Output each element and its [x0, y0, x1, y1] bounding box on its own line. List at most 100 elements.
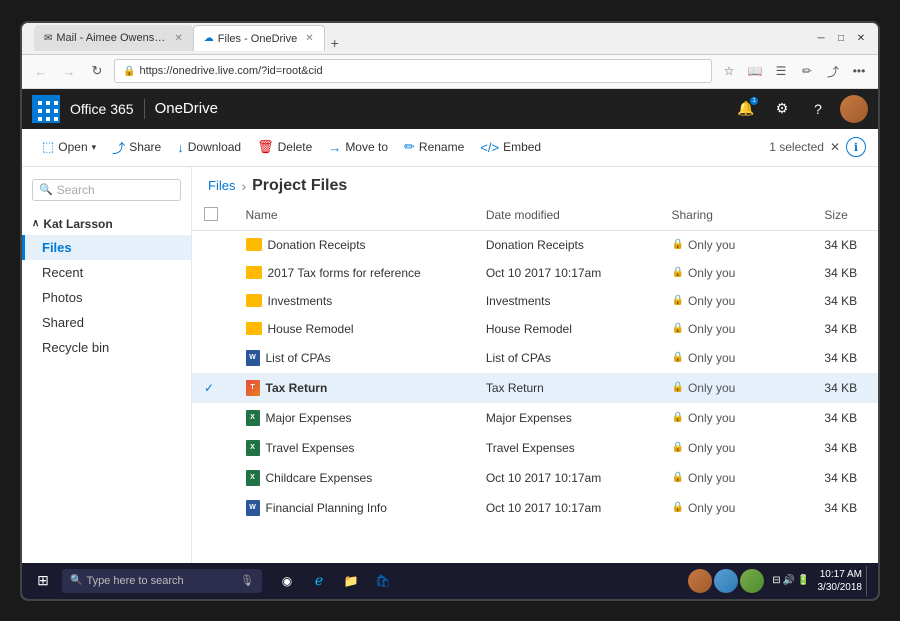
check-col-header[interactable] [192, 201, 234, 231]
show-desktop-button[interactable] [866, 566, 872, 596]
file-type-icon: X [246, 470, 260, 486]
file-name: 2017 Tax forms for reference [268, 266, 421, 280]
date-col-header[interactable]: Date modified [474, 201, 660, 231]
download-button[interactable]: ↓ Download [169, 131, 249, 163]
help-button[interactable]: ? [804, 95, 832, 123]
file-name: List of CPAs [266, 351, 331, 365]
rename-button[interactable]: ✏ Rename [396, 131, 472, 163]
row-size-cell: 34 KB [812, 463, 878, 493]
taskbar-clock: 10:17 AM 3/30/2018 [818, 568, 863, 594]
open-icon: ⬚ [42, 139, 54, 155]
row-name-cell: XTravel Expenses [234, 433, 474, 463]
sidebar-item-recent[interactable]: Recent [22, 260, 191, 285]
table-row[interactable]: ✓TTax ReturnTax Return🔒Only you34 KB [192, 373, 878, 403]
row-sharing-cell: 🔒Only you [660, 433, 813, 463]
tab-onedrive[interactable]: ☁ Files - OneDrive ✕ [193, 25, 325, 51]
table-row[interactable]: House RemodelHouse Remodel🔒Only you34 KB [192, 315, 878, 343]
onedrive-label: OneDrive [155, 100, 218, 117]
office365-label: Office 365 [70, 101, 134, 117]
notes-button[interactable]: ✏ [796, 60, 818, 82]
share-label: Share [129, 140, 161, 154]
lock-icon: 🔒 [672, 352, 684, 363]
minimize-button[interactable]: ─ [812, 29, 830, 47]
name-col-header[interactable]: Name [234, 201, 474, 231]
taskbar-avatar-3[interactable] [740, 569, 764, 593]
file-name: House Remodel [268, 322, 354, 336]
taskbar-app-store[interactable]: 🛍 [368, 566, 398, 596]
table-row[interactable]: WFinancial Planning InfoOct 10 2017 10:1… [192, 493, 878, 523]
table-row[interactable]: XChildcare ExpensesOct 10 2017 10:17am🔒O… [192, 463, 878, 493]
select-all-checkbox[interactable] [204, 207, 218, 221]
share-button[interactable]: ⤴ Share [104, 131, 169, 163]
app-grid-button[interactable] [32, 95, 60, 123]
app-header: Office 365 OneDrive 🔔 1 ⚙ ? [22, 89, 878, 129]
file-name: Tax Return [266, 381, 328, 395]
hub-button[interactable]: ☰ [770, 60, 792, 82]
user-avatar[interactable] [840, 95, 868, 123]
info-button[interactable]: ℹ [846, 137, 866, 157]
taskbar-app-edge[interactable]: ℯ [304, 566, 334, 596]
share-address-button[interactable]: ⤴ [822, 60, 844, 82]
reading-view-button[interactable]: 📖 [744, 60, 766, 82]
header-divider [144, 99, 145, 119]
tab-mail-label: Mail - Aimee Owens - Out... [56, 32, 166, 44]
table-row[interactable]: Donation ReceiptsDonation Receipts🔒Only … [192, 230, 878, 259]
sidebar-item-recycle-bin[interactable]: Recycle bin [22, 335, 191, 360]
taskbar-avatar-1[interactable] [688, 569, 712, 593]
sidebar-search[interactable]: 🔍 Search [32, 179, 181, 201]
breadcrumb-separator: › [241, 178, 246, 194]
settings-button[interactable]: ⚙ [768, 95, 796, 123]
row-checkmark[interactable]: ✓ [204, 381, 214, 395]
sidebar-item-shared[interactable]: Shared [22, 310, 191, 335]
file-name: Investments [268, 294, 333, 308]
notification-button[interactable]: 🔔 1 [732, 95, 760, 123]
open-label: Open [58, 140, 87, 154]
toolbar: ⬚ Open ▾ ⤴ Share ↓ Download 🗑 Delete → M… [22, 129, 878, 167]
tab-mail[interactable]: ✉ Mail - Aimee Owens - Out... ✕ [34, 25, 193, 51]
sidebar-item-files[interactable]: Files [22, 235, 191, 260]
url-bar[interactable]: 🔒 https://onedrive.live.com/?id=root&cid [114, 59, 712, 83]
edge-icon: ℯ [315, 572, 323, 589]
breadcrumb-parent[interactable]: Files [208, 178, 235, 193]
delete-button[interactable]: 🗑 Delete [249, 131, 320, 163]
forward-button[interactable]: → [58, 60, 80, 82]
table-row[interactable]: XTravel ExpensesTravel Expenses🔒Only you… [192, 433, 878, 463]
deselect-button[interactable]: ✕ [830, 140, 840, 154]
refresh-button[interactable]: ↻ [86, 60, 108, 82]
back-button[interactable]: ← [30, 60, 52, 82]
taskbar-search[interactable]: 🔍 Type here to search 🎙 [62, 569, 262, 593]
table-row[interactable]: InvestmentsInvestments🔒Only you34 KB [192, 287, 878, 315]
table-row[interactable]: 2017 Tax forms for referenceOct 10 2017 … [192, 259, 878, 287]
move-to-button[interactable]: → Move to [320, 131, 396, 163]
open-button[interactable]: ⬚ Open ▾ [34, 131, 104, 163]
table-row[interactable]: WList of CPAsList of CPAs🔒Only you34 KB [192, 343, 878, 373]
sidebar-user-header[interactable]: ∧ Kat Larsson [22, 213, 191, 235]
embed-button[interactable]: </> Embed [472, 131, 549, 163]
row-size-cell: 34 KB [812, 287, 878, 315]
new-tab-button[interactable]: + [325, 35, 345, 51]
sidebar-photos-label: Photos [42, 290, 82, 305]
more-button[interactable]: ••• [848, 60, 870, 82]
table-row[interactable]: XMajor ExpensesMajor Expenses🔒Only you34… [192, 403, 878, 433]
sharing-col-header[interactable]: Sharing [660, 201, 813, 231]
lock-icon: 🔒 [672, 412, 684, 423]
favorites-button[interactable]: ☆ [718, 60, 740, 82]
tab-mail-close[interactable]: ✕ [174, 33, 182, 44]
onedrive-favicon: ☁ [204, 33, 214, 44]
start-button[interactable]: ⊞ [28, 566, 58, 596]
close-button[interactable]: ✕ [852, 29, 870, 47]
row-name-cell: XMajor Expenses [234, 403, 474, 433]
row-checkbox-cell [192, 463, 234, 493]
tab-onedrive-close[interactable]: ✕ [305, 33, 313, 44]
rename-icon: ✏ [404, 139, 415, 155]
taskbar-app-cortana[interactable]: ◉ [272, 566, 302, 596]
microphone-icon[interactable]: 🎙 [240, 574, 254, 587]
size-col-header[interactable]: Size [812, 201, 878, 231]
maximize-button[interactable]: □ [832, 29, 850, 47]
browser-titlebar: ✉ Mail - Aimee Owens - Out... ✕ ☁ Files … [22, 23, 878, 55]
sidebar-item-photos[interactable]: Photos [22, 285, 191, 310]
row-sharing-cell: 🔒Only you [660, 373, 813, 403]
taskbar-app-explorer[interactable]: 📁 [336, 566, 366, 596]
taskbar-avatar-2[interactable] [714, 569, 738, 593]
volume-icon: 🔊 [783, 575, 795, 586]
